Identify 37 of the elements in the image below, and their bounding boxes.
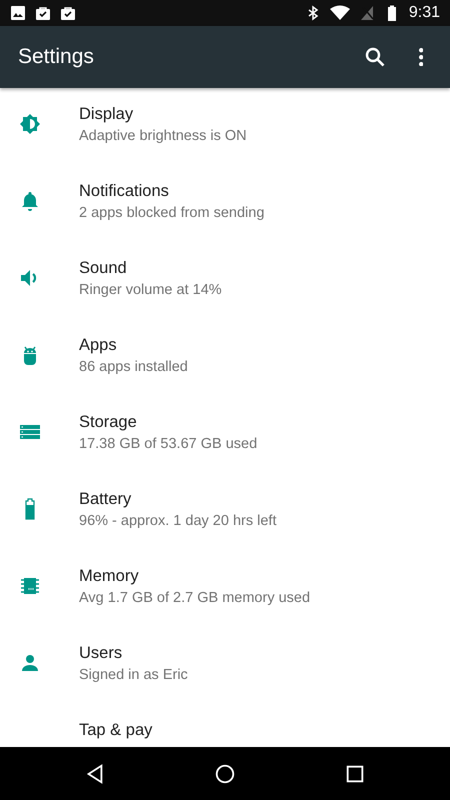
search-icon (363, 45, 387, 69)
item-summary: 2 apps blocked from sending (79, 204, 264, 223)
settings-item[interactable]: Battery 96% - approx. 1 day 20 hrs left (0, 473, 450, 550)
item-title: Storage (79, 412, 138, 432)
item-title: Apps (79, 335, 118, 355)
settings-item[interactable]: Tap & pay (0, 704, 450, 747)
settings-item[interactable]: Storage 17.38 GB of 53.67 GB used (0, 396, 450, 473)
more-options-icon (418, 48, 424, 66)
clock-time: 9:31 (408, 4, 440, 22)
wifi-icon (330, 5, 350, 21)
no-signal-icon (358, 5, 375, 21)
settings-item[interactable]: Notifications 2 apps blocked from sending (0, 165, 450, 242)
home-icon (214, 762, 236, 784)
item-title: Memory (79, 566, 140, 586)
brightness-icon (18, 112, 42, 136)
item-title: Battery (79, 489, 132, 509)
briefcase-check-icon (60, 5, 76, 21)
item-title: Display (79, 104, 134, 124)
app-bar-title: Settings (18, 45, 95, 69)
item-summary: 96% - approx. 1 day 20 hrs left (79, 512, 276, 531)
item-summary: 86 apps installed (79, 358, 188, 377)
image-icon (10, 5, 26, 21)
item-summary: Avg 1.7 GB of 2.7 GB memory used (79, 589, 310, 608)
settings-item[interactable]: Sound Ringer volume at 14% (0, 242, 450, 319)
item-title: Sound (79, 258, 128, 278)
settings-item[interactable]: Memory Avg 1.7 GB of 2.7 GB memory used (0, 550, 450, 627)
settings-item[interactable]: Apps 86 apps installed (0, 319, 450, 396)
item-summary: Ringer volume at 14% (79, 281, 222, 300)
item-title: Tap & pay (79, 720, 152, 740)
item-summary: Adaptive brightness is ON (79, 127, 247, 146)
item-summary: Signed in as Eric (79, 666, 188, 685)
item-title: Notifications (79, 181, 170, 201)
settings-item[interactable]: Users Signed in as Eric (0, 627, 450, 704)
item-summary: 17.38 GB of 53.67 GB used (79, 435, 258, 454)
briefcase-check-icon (35, 5, 51, 21)
settings-item[interactable]: Display Adaptive brightness is ON (0, 88, 450, 165)
item-title: Users (79, 643, 124, 663)
